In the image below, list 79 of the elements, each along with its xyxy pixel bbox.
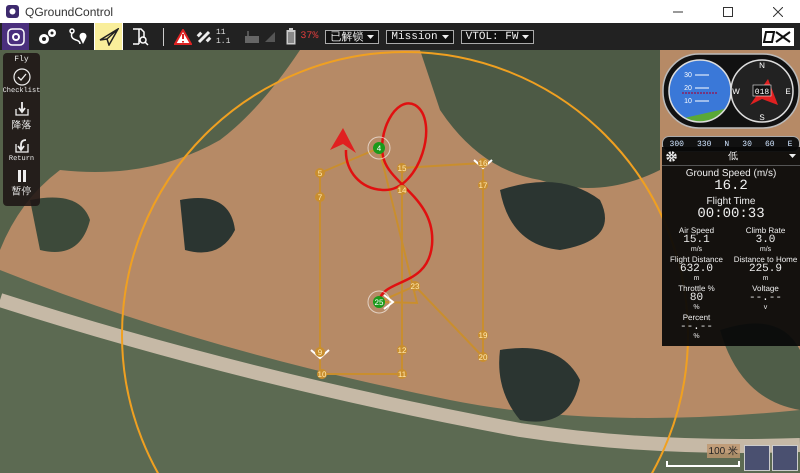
check-circle-icon [12, 68, 30, 86]
telemetry-label: Climb Rate [746, 226, 786, 235]
waypoint-marker[interactable]: 11 [397, 369, 407, 379]
fly-action-button[interactable]: 暂停 [12, 167, 32, 200]
toolbar-button[interactable] [2, 23, 29, 50]
chevron-icon [383, 294, 395, 310]
panel-title: Fly [14, 55, 29, 64]
warning-icon[interactable] [174, 28, 192, 44]
chevron-icon [310, 349, 330, 360]
waypoint-marker[interactable]: 5 [315, 168, 325, 178]
telemetry-value: --.-- [748, 293, 782, 304]
telemetry-value: 80 [690, 293, 704, 304]
telemetry-label: Percent [682, 313, 710, 322]
signal-bars-icon [264, 32, 276, 42]
map-tool-button[interactable] [744, 445, 770, 471]
telemetry-label: Throttle % [678, 284, 715, 293]
download-icon [14, 101, 30, 117]
pause-icon [16, 169, 26, 183]
close-icon [773, 6, 783, 16]
telemetry-value: 225.9 [748, 264, 782, 275]
caret-icon [442, 34, 449, 38]
route-icon [68, 28, 88, 46]
pond [30, 198, 90, 252]
waypoint-marker[interactable]: 4 [368, 136, 390, 160]
caret-icon [367, 34, 374, 38]
app-logo-icon [6, 28, 24, 46]
waypoint-marker[interactable]: 19 [478, 330, 488, 340]
telemetry-label: Distance to Home [734, 255, 798, 264]
waypoint-marker[interactable]: 25 [368, 290, 390, 314]
waypoint-marker[interactable]: 12 [397, 345, 407, 355]
dropdown-menu[interactable]: VTOL: FW [460, 30, 534, 44]
fly-action-button[interactable]: 降落 [12, 99, 32, 134]
telemetry-label: Voltage [752, 284, 779, 293]
waypoint-marker[interactable]: 7 [315, 192, 325, 202]
telemetry-label: Ground Speed (m/s) [684, 168, 778, 179]
dropdown-menu[interactable]: Mission [386, 30, 454, 44]
telemetry-label: Flight Distance [670, 255, 723, 264]
battery-percent: 37% [300, 31, 318, 42]
telemetry-label: Air Speed [678, 226, 714, 235]
window-title: QGroundControl [25, 4, 114, 18]
rc-transmitter-icon[interactable] [244, 30, 260, 44]
aircraft-icon [330, 128, 356, 153]
settings-icon[interactable] [666, 150, 677, 162]
app-logo-icon [6, 5, 19, 18]
telemetry-value: 3.0 [756, 235, 776, 246]
return-icon [14, 138, 30, 154]
waypoint-marker[interactable]: 15 [397, 163, 407, 173]
telemetry-value: 16.2 [713, 179, 748, 194]
scale-label: 100 米 [706, 444, 740, 458]
compass-gauge: N E S W 018 [730, 59, 794, 123]
waypoint-marker[interactable]: 10 [317, 369, 327, 379]
waypoint-marker[interactable]: 14 [397, 185, 407, 195]
panel-header-label: 低 [728, 150, 738, 163]
pond [180, 198, 235, 252]
dropdown-menu[interactable]: 已解锁 [325, 30, 380, 44]
gears-icon [36, 28, 56, 46]
waypoint-marker[interactable]: 17 [478, 180, 488, 190]
chevron-icon [473, 159, 493, 170]
telemetry-label: Flight Time [706, 196, 756, 207]
paper-plane-icon [98, 28, 118, 46]
document-search-icon [130, 28, 148, 46]
waypoint-marker[interactable]: 23 [410, 281, 420, 291]
waypoint-marker[interactable]: 16 [478, 158, 488, 168]
telemetry-value: 00:00:33 [696, 207, 766, 222]
waypoint-marker[interactable]: 20 [478, 352, 488, 362]
telemetry-value: 632.0 [680, 264, 713, 275]
satellite-icon[interactable] [196, 28, 212, 44]
caret-icon [522, 34, 530, 38]
satellite-count: 11 [216, 28, 227, 36]
px4-logo-icon [762, 28, 794, 46]
map-tool-button[interactable] [772, 445, 798, 471]
telemetry-value: --.-- [680, 322, 713, 333]
hdop-value: 1.1 [216, 36, 230, 46]
battery-icon[interactable] [286, 28, 296, 45]
waypoint-marker[interactable]: 9 [315, 347, 325, 357]
toolbar-button[interactable] [95, 23, 122, 50]
maximize-icon [723, 6, 733, 16]
telemetry-value: 15.1 [683, 235, 710, 246]
caret-icon [789, 154, 796, 158]
